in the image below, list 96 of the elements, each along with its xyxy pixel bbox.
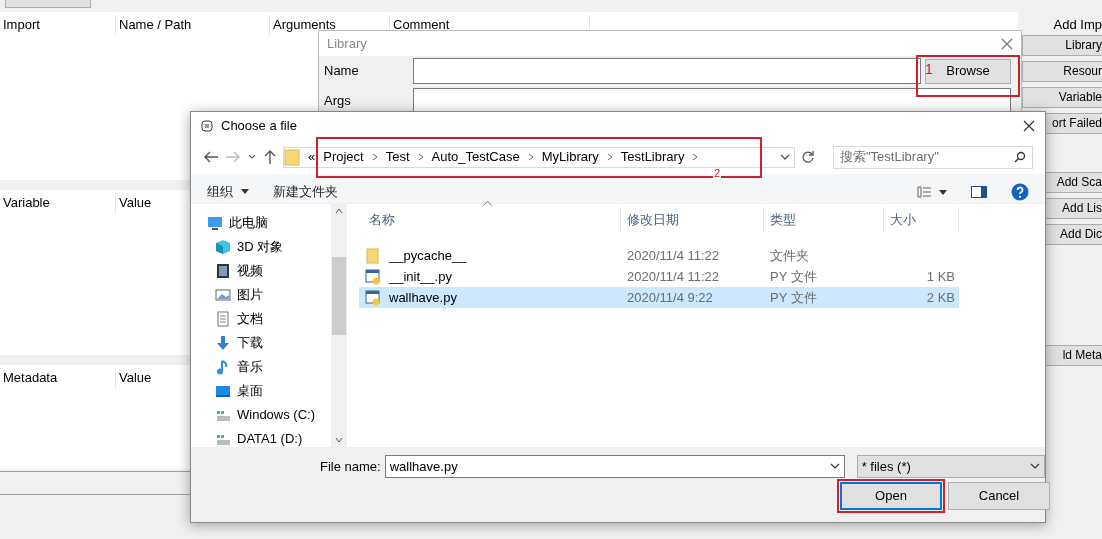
file-name[interactable]: wallhave.py (389, 287, 457, 308)
scroll-down-icon (335, 438, 343, 443)
nav-item[interactable]: 文档 (237, 309, 263, 329)
cancel-button[interactable]: Cancel (948, 482, 1050, 510)
breadcrumb-item[interactable]: Test (385, 147, 410, 167)
file-name[interactable]: __pycache__ (389, 245, 467, 266)
breadcrumb-item[interactable]: Auto_TestCase (431, 147, 520, 167)
type-cell-text: 文件夹 (769, 246, 810, 265)
type-cell-text: PY 文件 (769, 288, 818, 307)
file-row[interactable]: wallhave.py 2020/11/4 9:22 PY 文件 2 KB (359, 287, 959, 308)
chevron-right-icon (371, 153, 378, 161)
input-field[interactable] (413, 88, 1011, 114)
breadcrumb-item[interactable]: MyLibrary (541, 147, 599, 167)
file-name-field[interactable]: wallhave.py (384, 455, 845, 478)
side-button[interactable]: Variable (1022, 87, 1102, 108)
file-row[interactable]: __pycache__ 2020/11/4 11:22 文件夹 (359, 245, 959, 266)
column-header[interactable]: 名称 (363, 207, 621, 233)
side-button[interactable]: Resour (1022, 61, 1102, 82)
column-header: Metadata (0, 368, 116, 388)
column-header[interactable]: 大小 (884, 207, 959, 233)
size-cell: 2 KB (926, 289, 955, 305)
column-header[interactable]: 修改日期 (621, 207, 764, 233)
input-field[interactable] (413, 58, 921, 84)
cube-icon (215, 239, 231, 255)
scroll-up-icon (335, 208, 343, 213)
chevron-right-icon (527, 153, 534, 161)
chevron-right-icon (692, 153, 699, 161)
forward-arrow-icon (225, 150, 241, 164)
annotation-number: 2 (713, 168, 722, 179)
search-placeholder: 搜索"TestLibrary" (840, 148, 939, 167)
preview-pane-icon (971, 185, 987, 198)
address-bar[interactable]: « Project Test Auto_TestCase MyLibrary TestLibrary (283, 146, 795, 168)
refresh-icon (801, 150, 815, 164)
nav-item[interactable]: 图片 (237, 285, 263, 305)
date-cell-text: 2020/11/4 11:22 (626, 267, 721, 286)
chevron-down-icon (247, 153, 257, 161)
nav-item[interactable]: 桌面 (237, 381, 263, 401)
field-label: Name (324, 62, 360, 81)
up-arrow-icon (263, 149, 277, 165)
folder-icon (365, 247, 381, 264)
column-header[interactable]: 类型 (764, 207, 884, 233)
nav-item[interactable]: DATA1 (D:) (237, 429, 303, 447)
field-value: wallhave.py (389, 457, 458, 476)
search-icon (1014, 151, 1026, 163)
dialog-title: Choose a file (221, 117, 297, 136)
section-label: Add Imp (1052, 16, 1102, 33)
column-header: Import (0, 15, 116, 35)
back-arrow-icon (203, 150, 219, 164)
breadcrumb-item[interactable]: TestLibrary (620, 147, 685, 167)
column-header: Variable (0, 193, 116, 213)
dialog-title: Library (327, 34, 367, 53)
nav-item[interactable]: 音乐 (237, 357, 263, 377)
python-file-icon (365, 268, 381, 285)
download-arrow-icon (215, 335, 231, 351)
nav-item[interactable]: 视频 (237, 261, 263, 281)
toolbar-button[interactable]: 新建文件夹 (273, 181, 346, 202)
chevron-right-icon (606, 153, 613, 161)
sort-caret-icon (483, 201, 492, 206)
view-options-icon (917, 185, 947, 198)
help-icon (1011, 182, 1029, 201)
breadcrumb-item[interactable]: Project (323, 147, 364, 167)
date-cell-text: 2020/11/4 9:22 (626, 288, 714, 307)
search-field[interactable]: 搜索"TestLibrary" (833, 145, 1033, 169)
date-cell-text: 2020/11/4 11:22 (626, 246, 721, 265)
side-button[interactable]: Library (1022, 35, 1102, 56)
computer-icon (207, 215, 223, 231)
chevron-right-icon (417, 153, 424, 161)
app-icon (201, 120, 213, 132)
nav-item[interactable]: 此电脑 (229, 213, 268, 233)
close-icon (1023, 120, 1035, 132)
size-cell: 1 KB (926, 268, 955, 284)
nav-item[interactable]: Windows (C:) (237, 405, 315, 425)
close-icon (1001, 37, 1013, 50)
desktop-icon (215, 383, 231, 399)
picture-icon (215, 287, 231, 303)
file-row[interactable]: __init__.py 2020/11/4 11:22 PY 文件 1 KB (359, 266, 959, 287)
field-label: Args (324, 92, 352, 111)
nav-item[interactable]: 3D 对象 (237, 237, 284, 257)
field-label: File name: (320, 457, 381, 476)
chevron-down-icon (829, 463, 840, 470)
breadcrumb-overflow[interactable]: « (308, 147, 316, 167)
file-type-dropdown[interactable]: * files (*) (856, 455, 1045, 478)
file-name[interactable]: __init__.py (389, 266, 452, 287)
type-cell-text: PY 文件 (769, 267, 818, 286)
column-header: Name / Path (116, 15, 270, 35)
caret-icon (241, 189, 249, 194)
annotation-number: 1 (925, 60, 933, 79)
python-file-icon (365, 289, 381, 306)
film-icon (215, 263, 231, 279)
chevron-down-icon (1029, 463, 1040, 470)
nav-item[interactable]: 下载 (237, 333, 263, 353)
scrollbar[interactable] (331, 204, 347, 447)
open-button[interactable]: Open (840, 482, 942, 510)
folder-icon (284, 148, 300, 166)
document-icon (215, 311, 231, 327)
chevron-down-icon (780, 153, 790, 161)
